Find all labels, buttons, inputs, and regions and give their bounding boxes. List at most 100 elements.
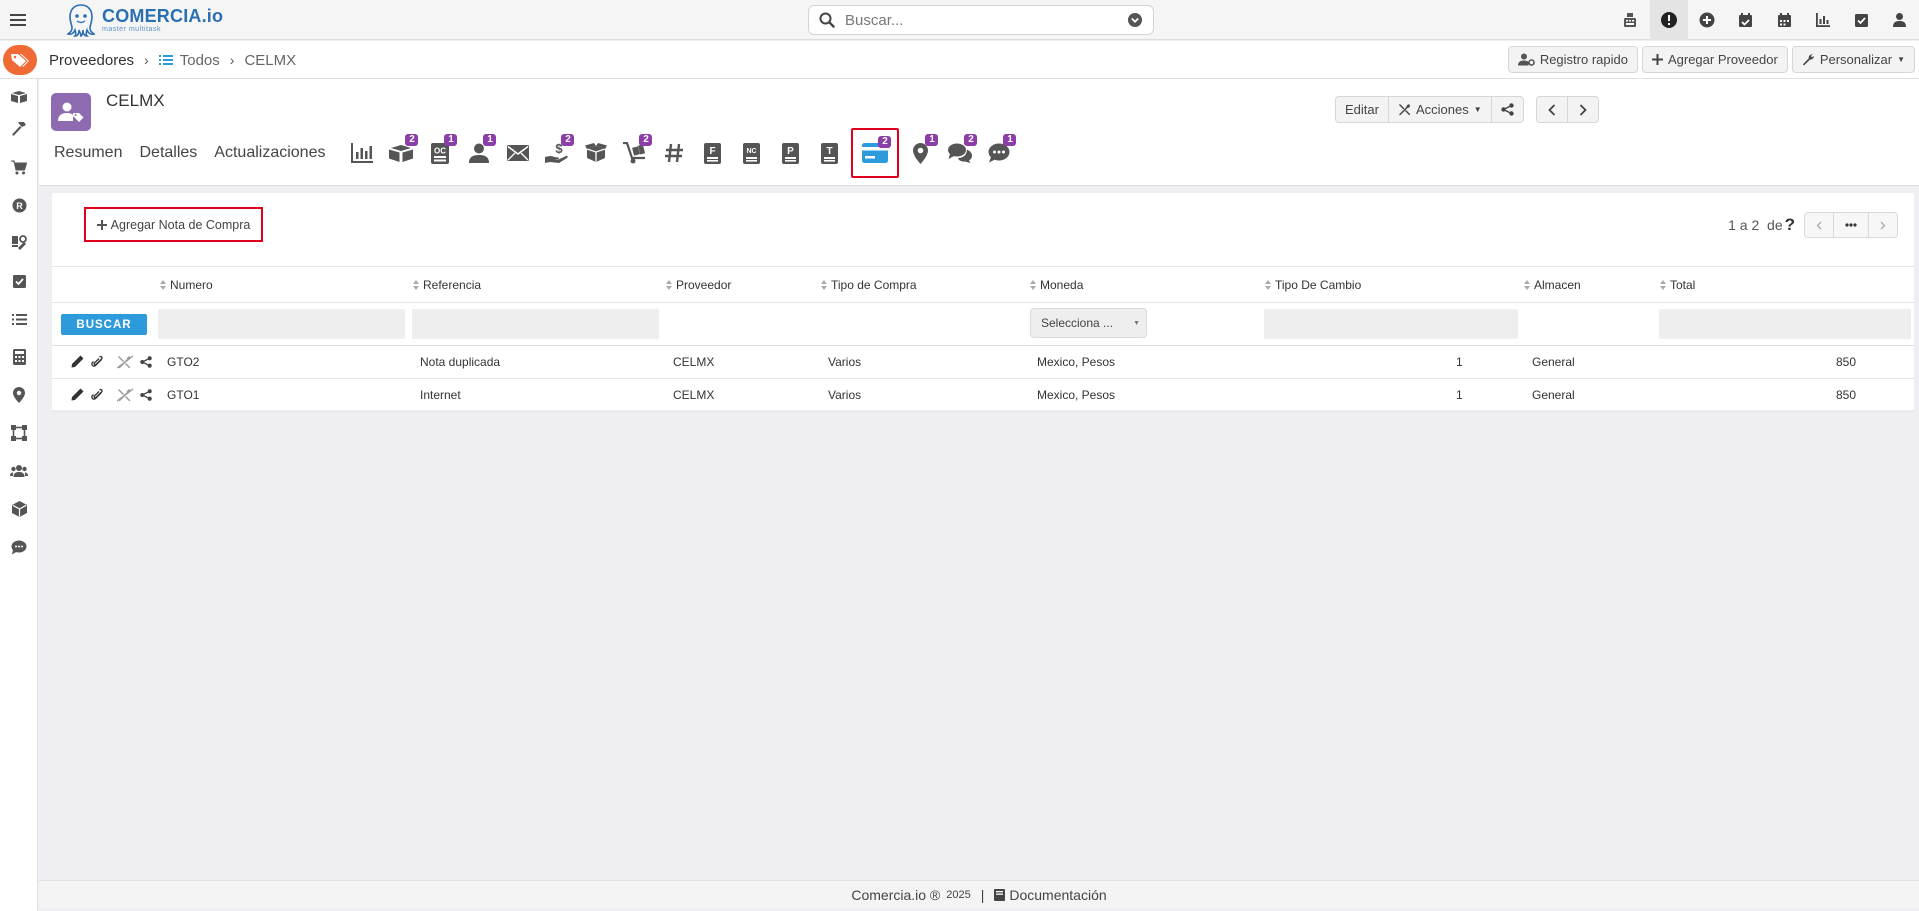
documentation-link[interactable]: Documentación: [994, 887, 1107, 903]
customize-button[interactable]: Personalizar ▼: [1791, 46, 1915, 73]
column-header-total[interactable]: Total: [1660, 278, 1695, 292]
filter-tipo-cambio-input[interactable]: [1264, 309, 1518, 339]
sort-icon: [160, 280, 166, 290]
sidebar-tasks-icon[interactable]: [9, 271, 29, 291]
edit-button[interactable]: Editar: [1335, 96, 1389, 123]
share-icon[interactable]: [138, 354, 153, 369]
add-circle-icon[interactable]: [1688, 0, 1727, 40]
tools-disabled-icon[interactable]: [116, 354, 134, 369]
user-profile-icon[interactable]: [1881, 0, 1919, 40]
pager-prev-button[interactable]: [1804, 212, 1834, 238]
sidebar-registered-icon[interactable]: R: [9, 195, 29, 215]
pagination: 1 a 2 de ?: [1728, 212, 1898, 238]
sidebar-cart-icon[interactable]: [9, 157, 29, 177]
sidebar-chat-icon[interactable]: [9, 537, 29, 557]
bar-chart-icon: [350, 143, 373, 163]
tab-products[interactable]: [576, 129, 615, 177]
search-button[interactable]: BUSCAR: [61, 314, 147, 335]
column-header-tipo-compra[interactable]: Tipo de Compra: [821, 278, 917, 292]
next-record-button[interactable]: [1566, 96, 1599, 123]
tab-invoices[interactable]: F: [693, 129, 732, 177]
sidebar-hammer-icon[interactable]: [9, 119, 29, 139]
calendar-check-icon[interactable]: [1727, 0, 1766, 40]
tab-contacts-badge: 1: [483, 134, 497, 146]
alert-icon[interactable]: [1649, 0, 1688, 40]
octopus-logo-icon: [66, 4, 96, 37]
tab-packages[interactable]: 2: [381, 129, 420, 177]
sidebar-packages-icon[interactable]: [9, 87, 29, 107]
edit-pencil-icon[interactable]: [70, 387, 85, 402]
tags-module-icon[interactable]: [3, 45, 37, 75]
tab-updates[interactable]: Actualizaciones: [214, 144, 325, 162]
sidebar-box-icon[interactable]: [9, 499, 29, 519]
tab-contacts[interactable]: 1: [459, 129, 498, 177]
box-open-icon: [584, 143, 607, 162]
sidebar-shapes-icon[interactable]: [9, 423, 29, 443]
help-icon[interactable]: ?: [1785, 215, 1795, 235]
sidebar-location-icon[interactable]: [9, 385, 29, 405]
column-header-proveedor[interactable]: Proveedor: [666, 278, 731, 292]
tab-purchase-notes-badge: 2: [878, 136, 892, 148]
tab-credit-notes[interactable]: NC: [732, 129, 771, 177]
tab-comments[interactable]: 2: [940, 129, 979, 177]
tab-emails[interactable]: [498, 129, 537, 177]
hamburger-menu-icon[interactable]: [8, 10, 28, 30]
pager-next-button[interactable]: [1868, 212, 1898, 238]
table-filter-row: BUSCAR Selecciona ... ▼: [52, 303, 1914, 346]
attach-paperclip-icon[interactable]: [89, 354, 104, 369]
task-check-icon[interactable]: [1842, 0, 1881, 40]
filter-total-input[interactable]: [1659, 309, 1911, 339]
sidebar-list-icon[interactable]: [9, 309, 29, 329]
breadcrumb-list[interactable]: Todos: [180, 52, 220, 69]
edit-pencil-icon[interactable]: [70, 354, 85, 369]
global-search: [808, 5, 1154, 35]
tab-details[interactable]: Detalles: [139, 144, 197, 162]
column-header-moneda[interactable]: Moneda: [1030, 278, 1083, 292]
add-purchase-note-button[interactable]: Agregar Nota de Compra: [84, 207, 263, 242]
attach-paperclip-icon[interactable]: [89, 387, 104, 402]
chevron-down-circle-icon[interactable]: [1127, 12, 1143, 28]
wrench-icon: [1802, 54, 1814, 66]
sidebar-calculator-icon[interactable]: [9, 347, 29, 367]
pager-more-button[interactable]: [1833, 212, 1869, 238]
filter-referencia-input[interactable]: [412, 309, 659, 339]
cell-numero[interactable]: GTO1: [167, 388, 199, 402]
column-header-tipo-cambio[interactable]: Tipo De Cambio: [1265, 278, 1361, 292]
cell-numero[interactable]: GTO2: [167, 355, 199, 369]
tools-disabled-icon[interactable]: [116, 387, 134, 402]
tab-statistics[interactable]: [342, 129, 381, 177]
column-header-referencia[interactable]: Referencia: [413, 278, 481, 292]
share-button[interactable]: [1490, 96, 1524, 123]
search-input[interactable]: [845, 11, 1127, 29]
tab-locations[interactable]: 1: [901, 129, 940, 177]
filter-moneda-select[interactable]: Selecciona ... ▼: [1030, 308, 1147, 338]
filter-numero-input[interactable]: [158, 309, 405, 339]
column-header-almacen[interactable]: Almacen: [1524, 278, 1581, 292]
sidebar-tools-icon[interactable]: [9, 233, 29, 253]
tab-t-documents[interactable]: T: [810, 129, 849, 177]
actions-dropdown-button[interactable]: Acciones ▼: [1387, 96, 1492, 123]
breadcrumb-chevron-icon: ›: [144, 52, 149, 68]
breadcrumb-section[interactable]: Proveedores: [49, 52, 134, 69]
bar-chart-icon[interactable]: [1804, 0, 1843, 40]
cell-proveedor: CELMX: [673, 388, 715, 402]
share-icon[interactable]: [138, 387, 153, 402]
tab-cart[interactable]: 2: [615, 129, 654, 177]
p-icon-label: P: [788, 146, 795, 157]
tab-messages[interactable]: 1: [979, 129, 1018, 177]
tab-numbers[interactable]: [654, 129, 693, 177]
quick-register-button[interactable]: Registro rapido: [1507, 46, 1638, 73]
calendar-icon[interactable]: [1765, 0, 1804, 40]
sidebar-users-icon[interactable]: [9, 461, 29, 481]
tab-summary[interactable]: Resumen: [54, 144, 122, 162]
tab-purchase-notes[interactable]: 2: [851, 128, 900, 178]
tab-purchase-orders[interactable]: OC 1: [420, 129, 459, 177]
previous-record-button[interactable]: [1535, 96, 1568, 123]
record-title: CELMX: [106, 91, 165, 110]
column-header-numero[interactable]: Numero: [160, 278, 213, 292]
tab-payments[interactable]: $ 2: [537, 129, 576, 177]
app-logo[interactable]: COMERCIA.io master multitask: [66, 3, 223, 37]
tab-p-documents[interactable]: P: [771, 129, 810, 177]
add-provider-button[interactable]: Agregar Proveedor: [1641, 46, 1788, 73]
cash-register-icon[interactable]: [1611, 0, 1650, 40]
